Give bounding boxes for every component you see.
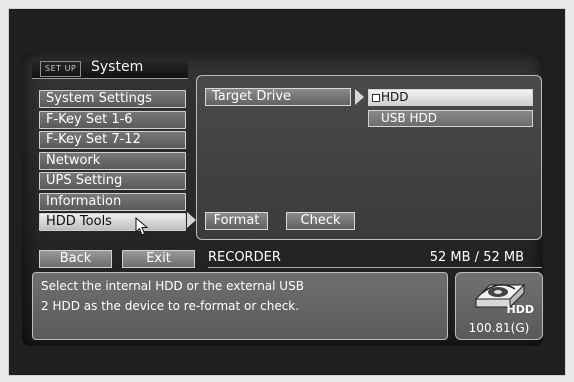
hdd-capacity: 100.81(G) [468, 321, 530, 335]
menu-item-network[interactable]: Network [39, 152, 186, 170]
menu-item-fkey-7-12[interactable]: F-Key Set 7-12 [39, 131, 186, 149]
mode-label: RECORDER [208, 250, 281, 265]
menu-item-fkey-1-6[interactable]: F-Key Set 1-6 [39, 111, 186, 129]
format-button[interactable]: Format [205, 212, 268, 230]
checkbox-icon [372, 94, 380, 102]
exit-button[interactable]: Exit [122, 250, 195, 268]
right-arrow-icon [355, 89, 364, 105]
hdd-label: HDD [506, 303, 534, 316]
menu-item-information[interactable]: Information [39, 193, 186, 211]
right-arrow-icon [187, 212, 196, 228]
check-button[interactable]: Check [286, 212, 355, 230]
target-drive-label: Target Drive [205, 88, 351, 106]
menu-item-hdd-tools[interactable]: HDD Tools [39, 213, 186, 231]
back-button[interactable]: Back [39, 250, 112, 268]
help-text: Select the internal HDD or the external … [32, 272, 448, 340]
status-bar: RECORDER 52 MB / 52 MB [208, 249, 542, 268]
cursor-arrow-icon [135, 217, 149, 236]
option-usb-hdd[interactable]: USB HDD [368, 110, 533, 127]
option-hdd-label: HDD [381, 90, 409, 104]
capacity-readout: 52 MB / 52 MB [429, 250, 524, 265]
option-hdd[interactable]: HDD [368, 89, 533, 106]
menu-item-system-settings[interactable]: System Settings [39, 90, 186, 108]
screen-header: SET UP System [32, 58, 188, 79]
option-usb-hdd-label: USB HDD [381, 111, 437, 125]
setup-tag: SET UP [40, 61, 82, 77]
hdd-status-box: HDD 100.81(G) [455, 272, 543, 340]
menu-item-ups-setting[interactable]: UPS Setting [39, 172, 186, 190]
page-title: System [91, 59, 144, 75]
